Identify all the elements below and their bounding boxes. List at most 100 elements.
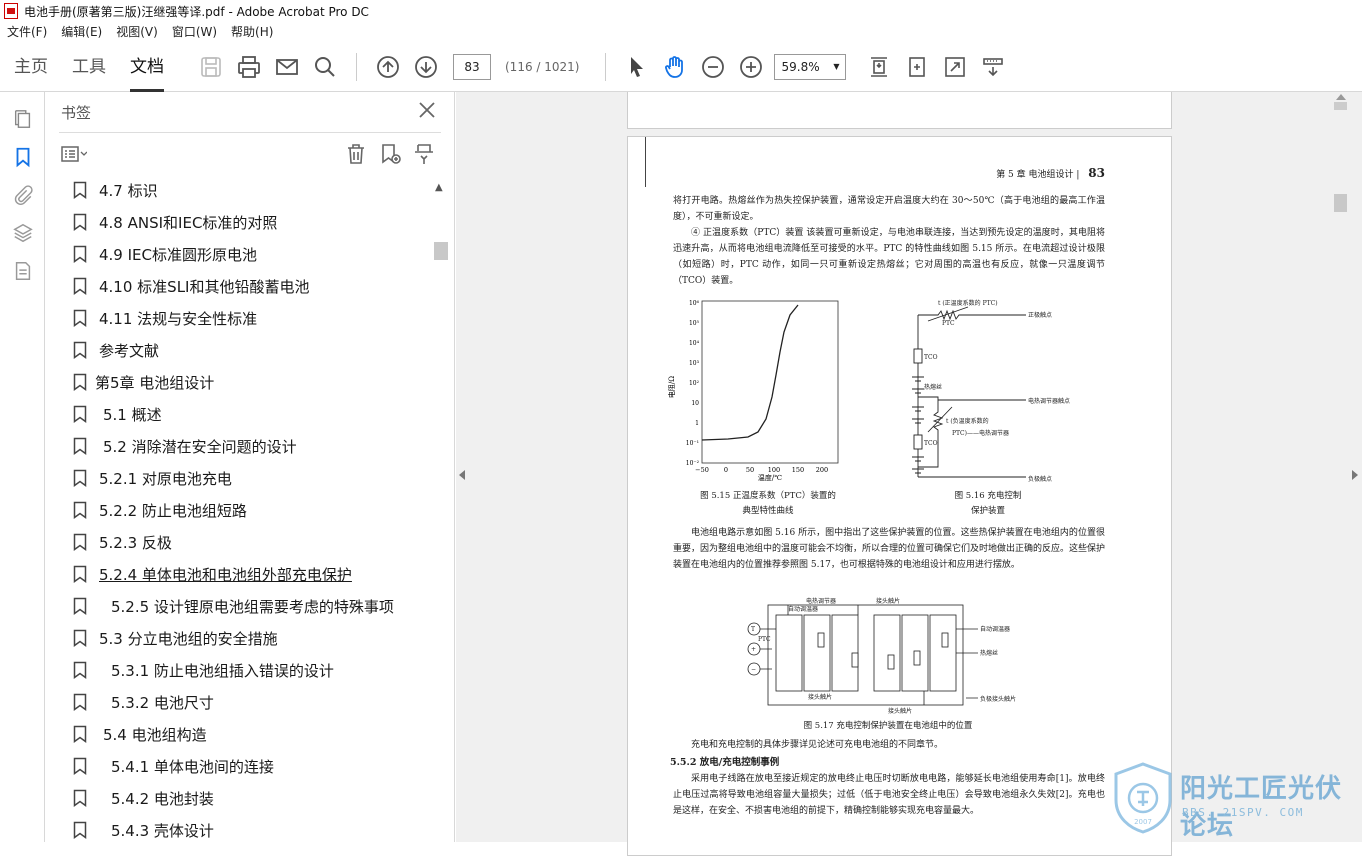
x-tick-label: 150 <box>792 466 804 474</box>
scrollbar-thumb[interactable] <box>434 242 448 260</box>
bookmark-item[interactable]: 5.4.2 电池封装 <box>59 782 431 814</box>
bookmark-item[interactable]: 4.7 标识 <box>59 174 431 206</box>
scrollbar-top <box>1334 102 1347 110</box>
zoom-in-icon[interactable] <box>735 51 767 83</box>
bookmark-icon <box>73 725 87 743</box>
y-tick-label: 1 <box>695 420 699 427</box>
fig517-t-symbol: T <box>751 626 755 633</box>
bookmark-item[interactable]: 4.10 标准SLI和其他铅酸蓄电池 <box>59 270 431 302</box>
bookmark-item[interactable]: 5.2.4 单体电池和电池组外部充电保护 <box>59 558 431 590</box>
bookmark-icon <box>73 597 87 615</box>
print-icon[interactable] <box>233 51 265 83</box>
select-cursor-icon[interactable] <box>621 51 653 83</box>
bookmark-item[interactable]: 5.4.1 单体电池间的连接 <box>59 750 431 782</box>
figure-5-15-caption: 图 5.15 正温度系数（PTC）装置的 典型特性曲线 <box>700 491 836 516</box>
tab-document[interactable]: 文档 <box>118 42 176 92</box>
bookmark-icon <box>73 693 87 711</box>
y-tick-label: 10 <box>691 400 699 407</box>
fit-page-icon[interactable] <box>863 51 895 83</box>
bookmark-item[interactable]: 5.3.1 防止电池组插入错误的设计 <box>59 654 431 686</box>
options-menu-icon[interactable] <box>61 142 95 166</box>
bookmark-item[interactable]: 5.2.1 对原电池充电 <box>59 462 431 494</box>
bookmark-item[interactable]: 第5章 电池组设计 <box>59 366 431 398</box>
expand-right-panel-icon[interactable] <box>1352 470 1358 480</box>
y-axis-label: 电阻/Ω <box>668 376 676 398</box>
menu-view[interactable]: 视图(V) <box>109 22 165 42</box>
bookmark-item[interactable]: 5.3.2 电池尺寸 <box>59 686 431 718</box>
fig517-ptc-label: PTC <box>758 636 771 643</box>
menu-edit[interactable]: 编辑(E) <box>54 22 109 42</box>
zoom-level-select[interactable]: 59.8% ▼ <box>774 53 847 80</box>
bookmarks-toolbar <box>59 132 441 174</box>
collapse-left-panel-icon[interactable] <box>459 470 465 480</box>
x-tick-label: 0 <box>724 466 728 474</box>
attachments-icon[interactable] <box>0 176 45 214</box>
watermark-year: 2007 <box>1134 818 1152 826</box>
bookmark-label: 5.3.2 电池尺寸 <box>111 693 214 712</box>
fig517-contact-b1: 接头触片 <box>808 693 832 701</box>
delete-bookmark-icon[interactable] <box>339 139 373 169</box>
heater-contact-label: 电热调节器触点 <box>1028 397 1070 405</box>
bookmarks-panel: 书签 4.7 标识 4.8 ANSI和IEC标准的对照 4.9 IEC标准圆形原电池… <box>45 92 455 842</box>
bookmarks-scrollbar[interactable]: ▲ <box>433 180 449 840</box>
menu-file[interactable]: 文件(F) <box>0 22 54 42</box>
navigation-rail <box>0 92 45 842</box>
bookmark-item[interactable]: 4.9 IEC标准圆形原电池 <box>59 238 431 270</box>
ptc-top-label: t (正温度系数的 PTC) <box>938 299 998 307</box>
figure-5-15-ptc-curve: 电阻/Ω 10⁶10⁵10⁴10³10²10110⁻¹10⁻² −50 0 50 10… <box>668 300 839 482</box>
toolbar-separator <box>356 52 357 81</box>
next-page-icon[interactable] <box>410 51 442 83</box>
content-tags-icon[interactable] <box>0 252 45 290</box>
bookmark-item[interactable]: 5.4 电池组构造 <box>59 718 431 750</box>
scroll-up-icon[interactable] <box>1336 94 1346 100</box>
read-aloud-icon[interactable] <box>977 51 1009 83</box>
fig517-heater-label: 电热调节器 <box>806 597 836 605</box>
bookmark-item[interactable]: 5.4.3 壳体设计 <box>59 814 431 842</box>
tab-tools[interactable]: 工具 <box>60 42 118 92</box>
fig517-minus-symbol: − <box>751 666 756 673</box>
bookmark-label: 4.11 法规与安全性标准 <box>99 309 258 328</box>
bookmark-item[interactable]: 5.2.5 设计锂原电池组需要考虑的特殊事项 <box>59 590 431 622</box>
menu-window[interactable]: 窗口(W) <box>165 22 224 42</box>
bookmark-item[interactable]: 5.1 概述 <box>59 398 431 430</box>
save-icon[interactable] <box>195 51 227 83</box>
bookmark-item[interactable]: 4.8 ANSI和IEC标准的对照 <box>59 206 431 238</box>
expand-bookmark-icon[interactable] <box>407 139 441 169</box>
figure-5-16-circuit: t (正温度系数的 PTC) PTC 正极触点 TCO 热熔丝 电热调节器触点 … <box>912 299 1070 483</box>
bookmark-item[interactable]: 5.3 分立电池组的安全措施 <box>59 622 431 654</box>
document-scrollbar[interactable] <box>1332 92 1349 842</box>
page-thumbnails-icon[interactable] <box>0 100 45 138</box>
scrollbar-thumb[interactable] <box>1334 194 1347 212</box>
rotate-view-icon[interactable] <box>901 51 933 83</box>
layers-icon[interactable] <box>0 214 45 252</box>
tab-home[interactable]: 主页 <box>2 42 60 92</box>
y-tick-label: 10⁶ <box>689 300 700 307</box>
bookmark-item[interactable]: 5.2.3 反极 <box>59 526 431 558</box>
full-screen-icon[interactable] <box>939 51 971 83</box>
previous-page-icon[interactable] <box>372 51 404 83</box>
bookmark-icon <box>73 341 87 359</box>
scroll-up-icon[interactable]: ▲ <box>435 182 443 193</box>
bookmark-list: 4.7 标识 4.8 ANSI和IEC标准的对照 4.9 IEC标准圆形原电池 4.1… <box>59 174 431 842</box>
menu-help[interactable]: 帮助(H) <box>224 22 280 42</box>
page-number-input[interactable]: 83 <box>453 53 491 80</box>
document-viewer[interactable]: 第 5 章 电池组设计 | 83 将打开电路。热熔丝作为热失控保护装置，通常设定… <box>456 92 1362 856</box>
bookmark-icon <box>73 469 87 487</box>
mail-icon[interactable] <box>271 51 303 83</box>
bookmark-item[interactable]: 5.2.2 防止电池组短路 <box>59 494 431 526</box>
zoom-out-icon[interactable] <box>697 51 729 83</box>
paragraph-5: 采用电子线路在放电至接近规定的放电终止电压时切断放电电路，能够延长电池组使用寿命… <box>673 774 1105 816</box>
window-title: 电池手册(原著第三版)汪继强等译.pdf - Adobe Acrobat Pro… <box>24 4 369 19</box>
bookmark-item[interactable]: 5.2 消除潜在安全问题的设计 <box>59 430 431 462</box>
zoom-value: 59.8% <box>781 59 820 74</box>
hand-tool-icon[interactable] <box>659 51 691 83</box>
bookmark-label: 第5章 电池组设计 <box>95 373 215 392</box>
search-icon[interactable] <box>309 51 341 83</box>
close-icon[interactable] <box>417 100 437 120</box>
paragraph-1: 将打开电路。热熔丝作为热失控保护装置，通常设定开启温度大约在 30～50℃（高于… <box>673 196 1105 222</box>
new-bookmark-icon[interactable] <box>373 139 407 169</box>
bookmark-item[interactable]: 参考文献 <box>59 334 431 366</box>
x-axis-label: 温度/℃ <box>758 473 782 482</box>
bookmark-item[interactable]: 4.11 法规与安全性标准 <box>59 302 431 334</box>
bookmarks-icon[interactable] <box>0 138 45 176</box>
